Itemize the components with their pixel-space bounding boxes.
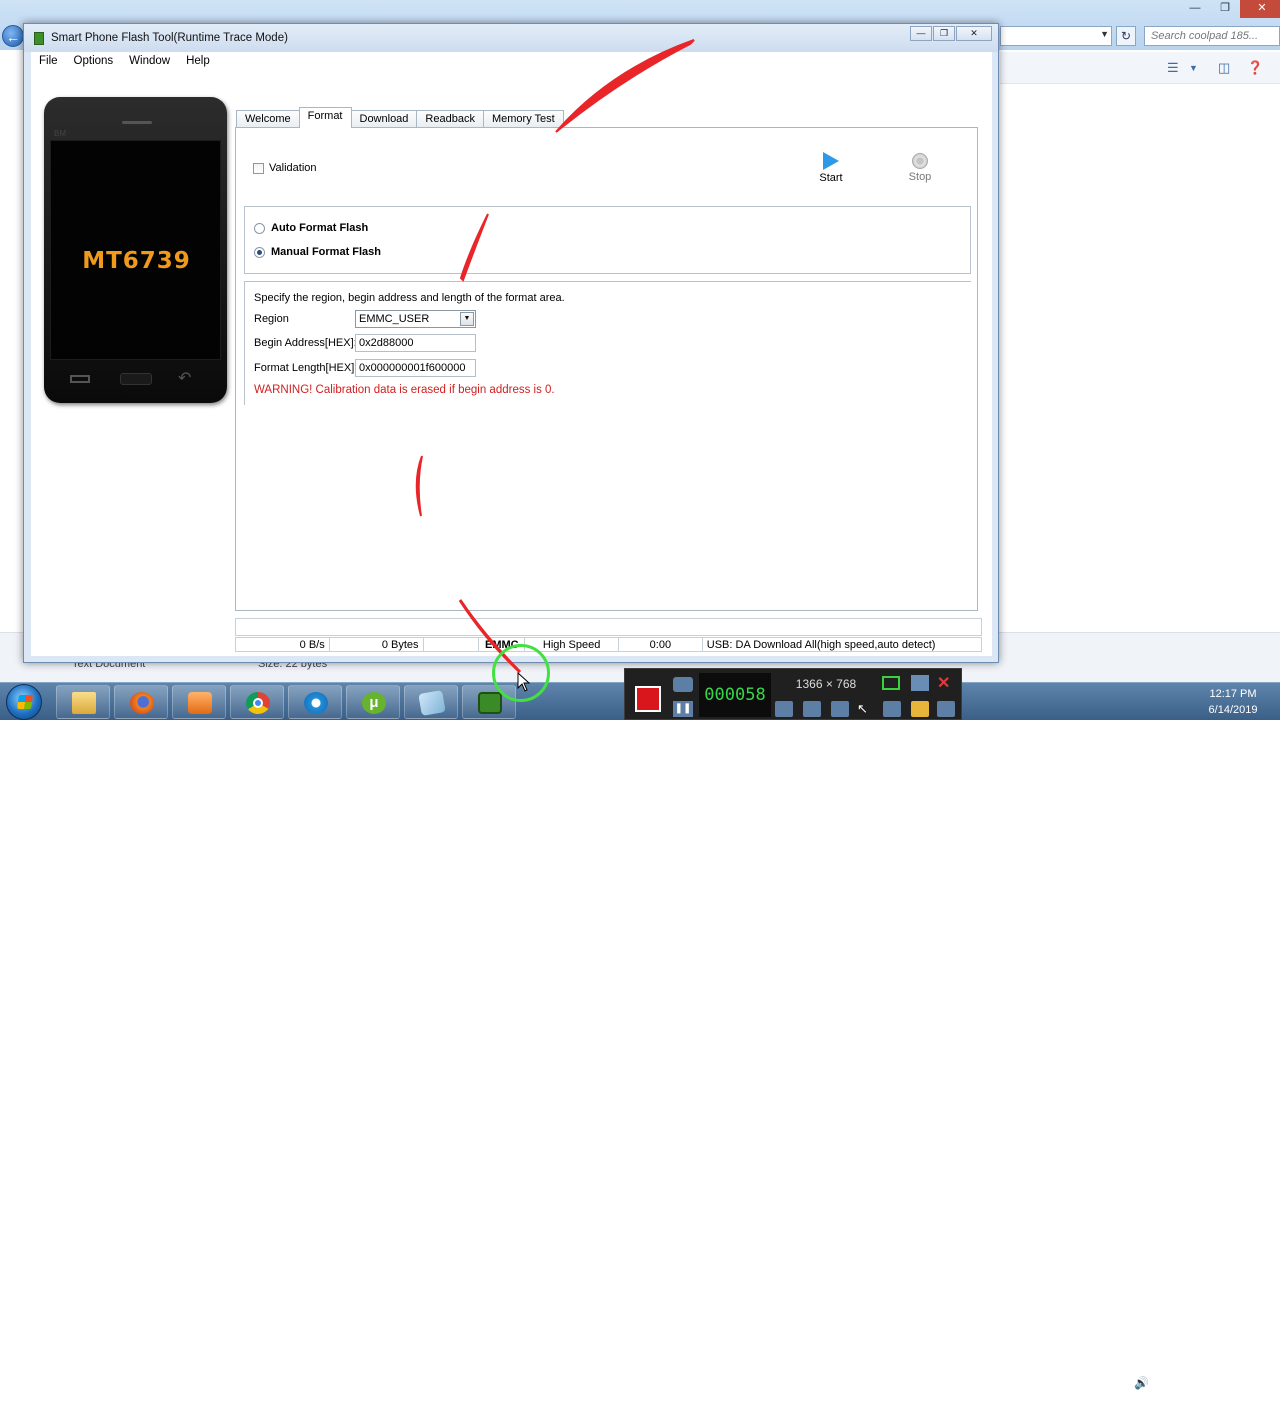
taskbar-app[interactable] <box>404 685 458 719</box>
volume-icon[interactable]: 🔊 <box>1134 1376 1149 1390</box>
folder-icon <box>72 692 96 714</box>
close-icon[interactable]: ✕ <box>937 673 950 693</box>
taskbar-explorer[interactable] <box>56 685 110 719</box>
clock-date[interactable]: 6/14/2019 <box>1203 704 1263 716</box>
start-button[interactable] <box>6 684 42 720</box>
pen-icon[interactable] <box>883 701 901 717</box>
speaker-icon[interactable] <box>775 701 793 717</box>
taskbar-utorrent[interactable]: μ <box>346 685 400 719</box>
record-stop-button[interactable] <box>635 686 661 712</box>
utorrent-icon: μ <box>362 692 386 714</box>
taskbar-internet-explorer[interactable] <box>288 685 342 719</box>
settings-icon[interactable] <box>937 701 955 717</box>
pause-icon[interactable]: ❚❚ <box>673 701 693 717</box>
taskbar-media-player[interactable] <box>172 685 226 719</box>
media-player-icon <box>188 692 212 714</box>
minimize-icon[interactable] <box>911 675 929 691</box>
flag-icon[interactable]: ⚐ <box>1178 1376 1189 1390</box>
chevron-up-icon[interactable]: ▲ <box>1094 1376 1106 1390</box>
folder-icon[interactable] <box>911 701 929 717</box>
taskbar-chrome[interactable] <box>230 685 284 719</box>
annotation-stroke <box>555 39 695 133</box>
cursor-icon[interactable]: ↖ <box>857 701 875 717</box>
red-annotation-marks <box>415 39 695 674</box>
network-icon[interactable]: ▣ <box>1156 1376 1167 1390</box>
mouse-pointer-icon <box>517 672 531 692</box>
system-tray: ▲ ⚑ 🔊 ▣ ⚐ <box>1086 1365 1280 1403</box>
sp-flash-tool-icon <box>478 692 502 714</box>
screen-recorder-panel: ❚❚ 000058 1366 × 768 ↖ ✕ <box>624 668 962 720</box>
annotation-stroke <box>459 213 489 282</box>
region-select-icon[interactable] <box>882 676 900 690</box>
recording-resolution: 1366 × 768 <box>795 677 857 691</box>
tab-format[interactable]: Format <box>298 107 352 128</box>
windows-logo-icon <box>17 695 33 709</box>
annotation-stroke <box>415 455 423 517</box>
app-icon <box>418 690 446 716</box>
action-center-icon[interactable]: ⚑ <box>1114 1376 1125 1390</box>
chrome-center-icon <box>253 698 263 708</box>
clock-time[interactable]: 12:17 PM <box>1203 688 1263 700</box>
camera-icon[interactable] <box>673 677 693 692</box>
taskbar-firefox[interactable] <box>114 685 168 719</box>
webcam-icon[interactable] <box>831 701 849 717</box>
internet-explorer-icon <box>304 692 328 714</box>
recording-timer: 000058 <box>699 673 771 717</box>
firefox-icon <box>130 692 154 714</box>
microphone-icon[interactable] <box>803 701 821 717</box>
